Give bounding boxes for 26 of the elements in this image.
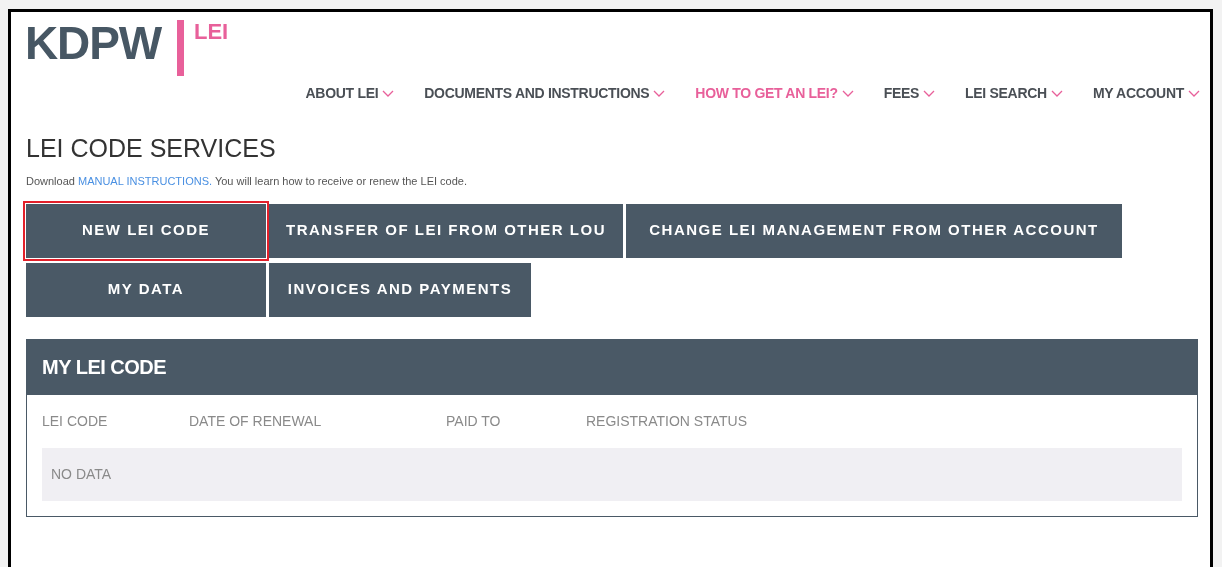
service-button[interactable]: NEW LEI CODE (26, 203, 266, 258)
page-title: LEI CODE SERVICES (26, 133, 277, 163)
nav-item[interactable]: ABOUT LEI (305, 82, 395, 104)
nav-item[interactable]: DOCUMENTS AND INSTRUCTIONS (424, 82, 666, 104)
panel-title: MY LEI CODE (42, 355, 167, 380)
nav-item[interactable]: FEES (883, 82, 936, 104)
chevron-down-icon (1188, 89, 1200, 97)
service-button[interactable]: CHANGE LEI MANAGEMENT FROM OTHER ACCOUNT (626, 203, 1122, 258)
service-button[interactable]: MY DATA (26, 262, 266, 317)
empty-text: NO DATA (51, 464, 112, 484)
nav-item[interactable]: LEI SEARCH (965, 82, 1063, 104)
column-header: DATE OF RENEWAL (189, 411, 323, 431)
logo-product: LEI (193, 20, 229, 44)
chevron-down-icon (841, 89, 854, 97)
chevron-down-icon (923, 89, 936, 97)
intro-text: Download MANUAL INSTRUCTIONS. You will learn how to receive or renew the LEI code. (26, 174, 468, 189)
column-header: LEI CODE (42, 411, 109, 431)
column-header: REGISTRATION STATUS (586, 411, 747, 431)
chevron-down-icon (1050, 89, 1063, 97)
chevron-down-icon (382, 89, 395, 97)
service-button[interactable]: INVOICES AND PAYMENTS (269, 262, 531, 317)
chevron-down-icon (653, 89, 666, 97)
logo-brand: KDPW (25, 20, 161, 66)
service-button[interactable]: TRANSFER OF LEI FROM OTHER LOU (269, 203, 623, 258)
nav-item[interactable]: MY ACCOUNT (1092, 82, 1200, 104)
column-header: PAID TO (446, 411, 502, 431)
